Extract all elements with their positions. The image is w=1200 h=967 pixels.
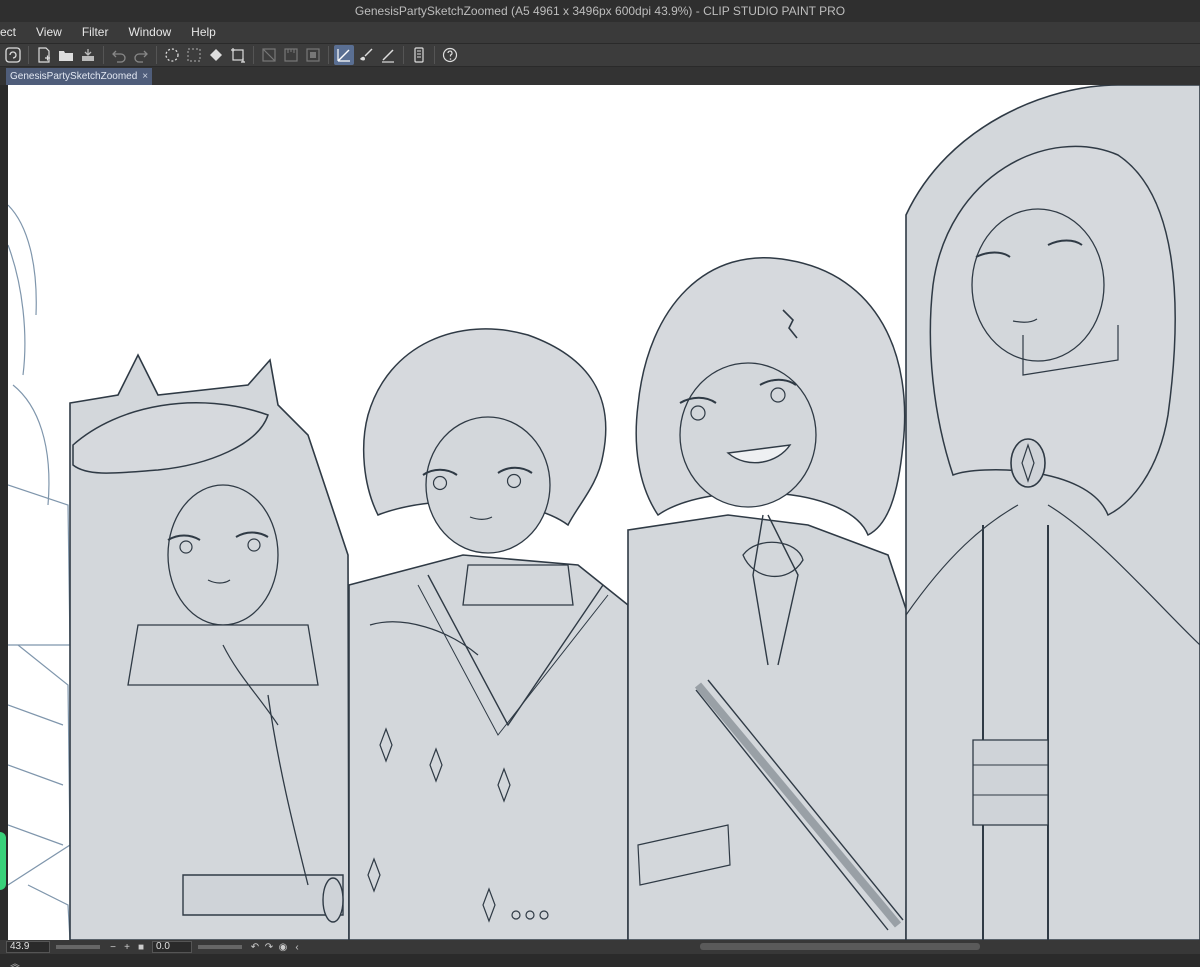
- flip-icon[interactable]: ‹: [291, 941, 303, 953]
- left-panel-strip: [0, 85, 8, 940]
- toolbar-separator: [434, 46, 435, 64]
- fit-window-icon[interactable]: ■: [135, 941, 147, 953]
- document-tab-strip: GenesisPartySketchZoomed ×: [0, 67, 1200, 85]
- character-3-short-hair-girl: [627, 257, 909, 940]
- brush-icon[interactable]: [356, 45, 376, 65]
- pen-icon[interactable]: [378, 45, 398, 65]
- menu-item-help[interactable]: Help: [181, 22, 226, 43]
- deselect-icon[interactable]: [162, 45, 182, 65]
- rotation-angle-field[interactable]: 0.0: [152, 941, 192, 953]
- drawing-canvas[interactable]: [8, 85, 1200, 940]
- transform-icon[interactable]: [228, 45, 248, 65]
- horizontal-scrollbar[interactable]: [700, 943, 980, 950]
- menu-item-project[interactable]: ect: [0, 22, 26, 43]
- toolbar-separator: [328, 46, 329, 64]
- rotate-right-icon[interactable]: ↷: [263, 941, 275, 953]
- menu-bar: ect View Filter Window Help: [0, 22, 1200, 43]
- close-icon[interactable]: ×: [142, 71, 148, 82]
- zoom-in-button[interactable]: +: [121, 941, 133, 953]
- rotate-left-icon[interactable]: ↶: [249, 941, 261, 953]
- character-1-pale-girl: [69, 353, 350, 940]
- toolbar-separator: [28, 46, 29, 64]
- reset-rotation-icon[interactable]: ◉: [277, 941, 289, 953]
- app-logo-icon[interactable]: [3, 45, 23, 65]
- redo-icon[interactable]: [131, 45, 151, 65]
- zoom-level-field[interactable]: 43.9: [6, 941, 50, 953]
- hide-selection-icon[interactable]: [259, 45, 279, 65]
- character-2-boy: [348, 328, 629, 940]
- fill-icon[interactable]: [206, 45, 226, 65]
- rough-sketch-left: [8, 204, 71, 940]
- zoom-out-button[interactable]: −: [107, 941, 119, 953]
- snap-ruler-icon[interactable]: [281, 45, 301, 65]
- rotation-slider[interactable]: [198, 945, 242, 949]
- zoom-slider[interactable]: [56, 945, 100, 949]
- character-4-hooded-man: [905, 85, 1200, 940]
- save-icon[interactable]: [78, 45, 98, 65]
- toolbar-separator: [253, 46, 254, 64]
- tab-label: GenesisPartySketchZoomed: [10, 71, 138, 82]
- smart-smoothing-icon[interactable]: [334, 45, 354, 65]
- help-icon[interactable]: [440, 45, 460, 65]
- snap-grid-icon[interactable]: [303, 45, 323, 65]
- tab-document[interactable]: GenesisPartySketchZoomed ×: [6, 68, 153, 85]
- open-file-icon[interactable]: [56, 45, 76, 65]
- chevron-up-icon[interactable]: ︽: [10, 955, 20, 967]
- menu-item-filter[interactable]: Filter: [72, 22, 119, 43]
- new-file-icon[interactable]: [34, 45, 54, 65]
- selection-icon[interactable]: [184, 45, 204, 65]
- status-bar: 43.9 − + ■ 0.0 ↶ ↷ ◉ ‹: [0, 940, 1200, 954]
- menu-item-window[interactable]: Window: [118, 22, 181, 43]
- undo-icon[interactable]: [109, 45, 129, 65]
- device-icon[interactable]: [409, 45, 429, 65]
- toolbar-separator: [403, 46, 404, 64]
- bottom-bar: ︽: [0, 954, 1200, 967]
- menu-item-view[interactable]: View: [26, 22, 72, 43]
- title-bar: GenesisPartySketchZoomed (A5 4961 x 3496…: [0, 0, 1200, 22]
- toolbar-separator: [156, 46, 157, 64]
- command-bar: [0, 43, 1200, 67]
- sketch-artwork: [8, 85, 1200, 940]
- toolbar-separator: [103, 46, 104, 64]
- color-indicator: [0, 832, 6, 890]
- window-title: GenesisPartySketchZoomed (A5 4961 x 3496…: [354, 4, 846, 18]
